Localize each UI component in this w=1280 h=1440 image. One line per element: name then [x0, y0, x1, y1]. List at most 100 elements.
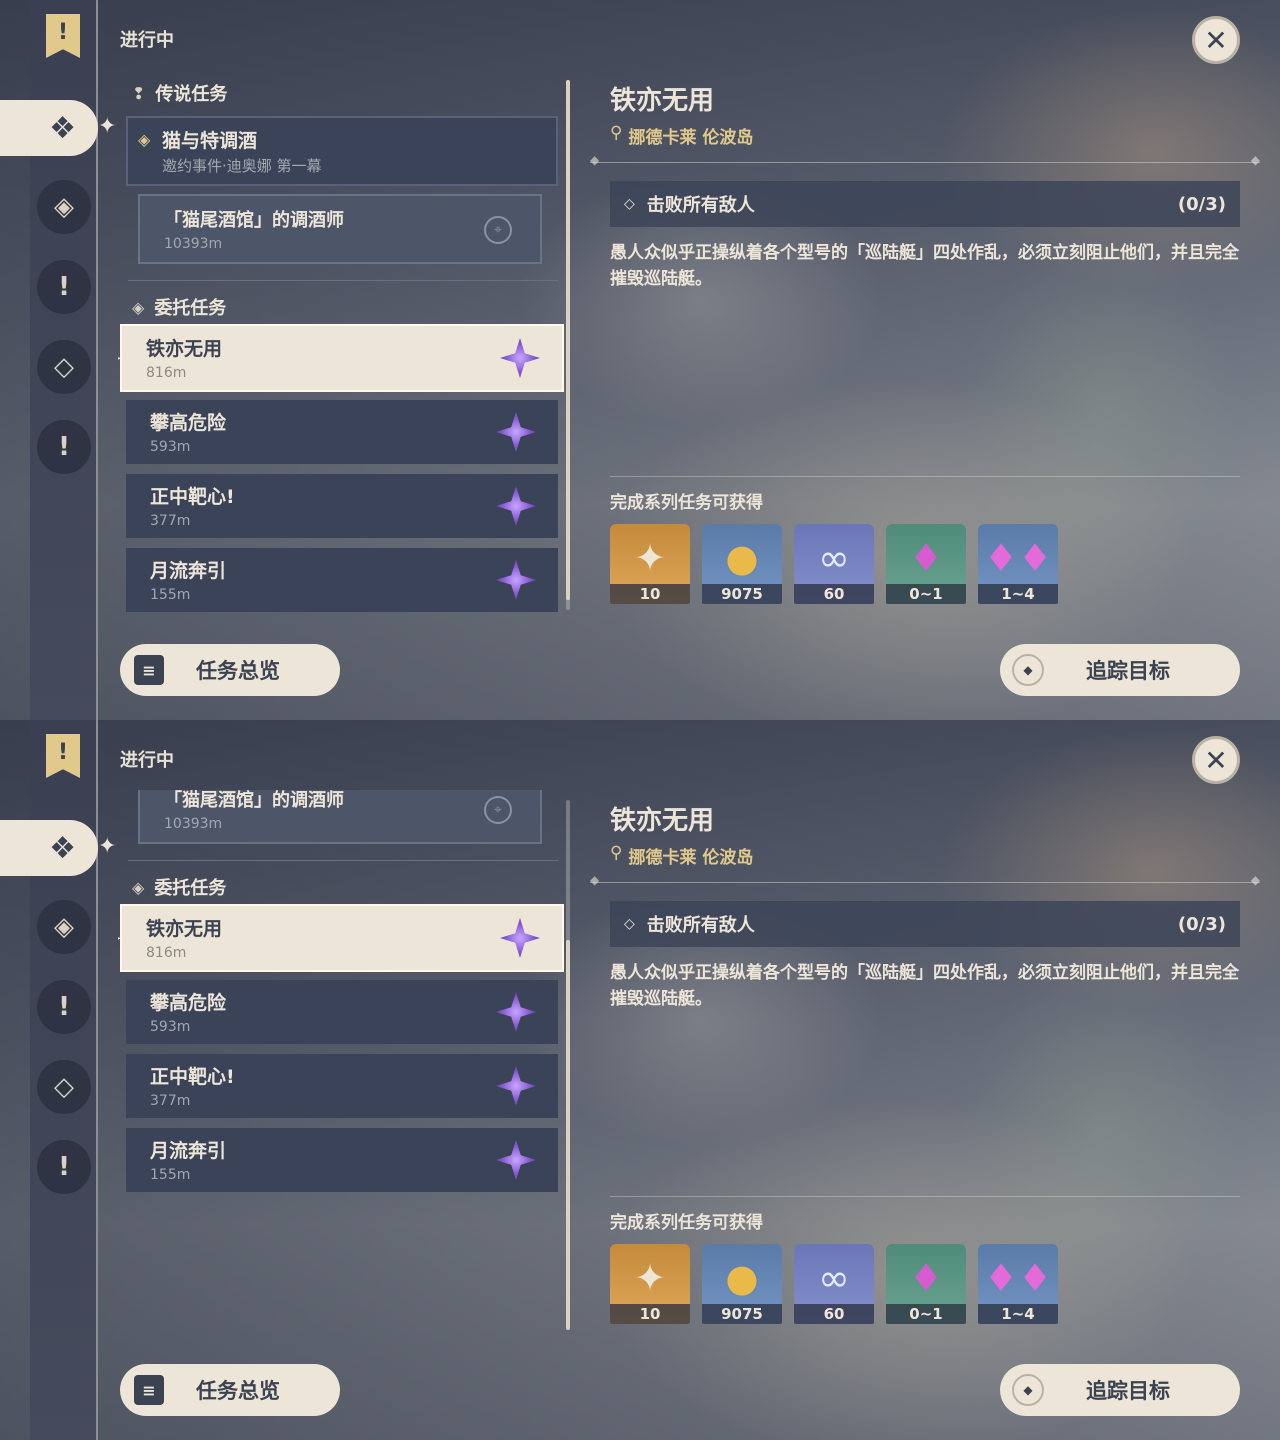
location-pin-icon[interactable]: ⌖ [484, 216, 512, 244]
rail-tab-legend[interactable]: ◈ [37, 180, 91, 234]
track-button[interactable]: ◆ 追踪目标 [1000, 1364, 1240, 1416]
objective-text: 击败所有敌人 [646, 915, 755, 936]
reward-crystal-cluster[interactable]: ♦♦ 1~4 [978, 524, 1058, 604]
reward-mora[interactable]: ● 9075 [702, 524, 782, 604]
quest-distance: 377m [150, 1093, 191, 1109]
quest-description: 愚人众似乎正操纵着各个型号的「巡陆艇」四处作乱，必须立刻阻止他们，并且完全摧毁巡… [610, 243, 1239, 289]
reward-primogem[interactable]: ✦ 10 [610, 1244, 690, 1324]
sparkle-icon: ✦ [98, 114, 117, 139]
quest-list-scrollbar[interactable] [566, 800, 570, 1330]
quest-diamond-icon: ◈ [138, 130, 151, 149]
exp-icon: ∞ [818, 536, 850, 580]
rail-tab-world[interactable]: ! [37, 980, 91, 1034]
legend-quest-card[interactable]: ◈ 猫与特调酒 邀约事件·迪奥娜 第一幕 [126, 116, 558, 186]
reward-crystal[interactable]: ♦ 0~1 [886, 524, 966, 604]
commission-icon: ❖ [49, 830, 76, 866]
reward-exp[interactable]: ∞ 60 [794, 1244, 874, 1324]
quest-overview-button[interactable]: ≡ 任务总览 [120, 644, 340, 696]
objective-text: 击败所有敌人 [646, 195, 755, 216]
divider [128, 280, 558, 281]
rail-tab-world[interactable]: ! [37, 260, 91, 314]
rail-tab-event[interactable]: ◇ [37, 1060, 91, 1114]
legend-subquest-card[interactable]: 「猫尾酒馆」的调酒师 10393m ⌖ [138, 790, 542, 844]
reward-mora[interactable]: ● 9075 [702, 1244, 782, 1324]
rewards-row: ✦ 10 ● 9075 ∞ 60 ♦ 0~1 ♦♦ 1~4 [610, 1244, 1058, 1324]
quest-title: 月流奔引 [150, 1140, 227, 1162]
reward-count: 60 [794, 584, 874, 604]
exp-icon: ∞ [818, 1256, 850, 1300]
rail-tab-archon[interactable]: ! [37, 1140, 91, 1194]
divider [128, 860, 558, 861]
quest-item[interactable]: 月流奔引 155m [126, 1128, 558, 1192]
crystal-cluster-icon: ♦♦ [983, 536, 1053, 580]
rewards-title: 完成系列任务可获得 [610, 1213, 763, 1233]
quest-item-selected[interactable]: ▶ 铁亦无用 816m [118, 904, 564, 972]
rewards-row: ✦ 10 ● 9075 ∞ 60 ♦ 0~1 ♦♦ 1~4 [610, 524, 1058, 604]
close-button[interactable]: ✕ [1192, 736, 1240, 784]
location-pin-icon[interactable]: ⌖ [484, 796, 512, 824]
reward-exp[interactable]: ∞ 60 [794, 524, 874, 604]
quest-title: 攀高危险 [150, 412, 227, 434]
detail-title: 铁亦无用 [610, 806, 715, 836]
quest-item[interactable]: 正中靶心! 377m [126, 474, 558, 538]
rail-tab-commission-active[interactable]: ❖ [0, 100, 98, 156]
compass-icon: ◇ [54, 1072, 74, 1102]
reward-primogem[interactable]: ✦ 10 [610, 524, 690, 604]
quest-list: ❢ 传说任务 ◈ 猫与特调酒 邀约事件·迪奥娜 第一幕 「猫尾酒馆」的调酒师 1… [118, 70, 568, 620]
quest-distance: 155m [150, 1167, 191, 1183]
quest-list-scrollbar[interactable] [566, 80, 570, 610]
scroll-thumb[interactable] [566, 940, 570, 1330]
quest-item[interactable]: 正中靶心! 377m [126, 1054, 558, 1118]
rail-tab-legend[interactable]: ◈ [37, 900, 91, 954]
rewards-title: 完成系列任务可获得 [610, 493, 763, 513]
legend-subquest-distance: 10393m [164, 816, 223, 832]
reward-crystal[interactable]: ♦ 0~1 [886, 1244, 966, 1324]
rail-tab-event[interactable]: ◇ [37, 340, 91, 394]
reward-count: 10 [610, 1304, 690, 1324]
crystal-cluster-icon: ♦♦ [983, 1256, 1053, 1300]
rail-tab-archon[interactable]: ! [37, 420, 91, 474]
exclamation-icon: ! [58, 1152, 70, 1182]
track-button[interactable]: ◆ 追踪目标 [1000, 644, 1240, 696]
quest-item[interactable]: 月流奔引 155m [126, 548, 558, 612]
legend-quest-subtitle: 邀约事件·迪奥娜 第一幕 [162, 157, 322, 175]
quest-title: 攀高危险 [150, 992, 227, 1014]
reward-crystal-cluster[interactable]: ♦♦ 1~4 [978, 1244, 1058, 1324]
quest-book-icon: ≡ [134, 1375, 164, 1405]
reward-count: 0~1 [886, 1304, 966, 1324]
objective-bar: ◇ 击败所有敌人 (0/3) [610, 901, 1240, 947]
objective-diamond-icon: ◇ [624, 916, 635, 932]
reward-count: 10 [610, 584, 690, 604]
reward-count: 0~1 [886, 584, 966, 604]
quest-title: 正中靶心! [150, 1066, 235, 1088]
quest-distance: 155m [150, 587, 191, 603]
detail-location-text: 挪德卡莱 伦波岛 [628, 848, 754, 868]
commission-quest-icon: ◈ [132, 297, 145, 317]
rail-tab-commission-active[interactable]: ❖ [0, 820, 98, 876]
quest-title: 铁亦无用 [146, 918, 223, 940]
quest-item-selected[interactable]: ▶ 铁亦无用 816m [118, 324, 564, 392]
detail-location-text: 挪德卡莱 伦波岛 [628, 128, 754, 148]
quest-distance: 377m [150, 513, 191, 529]
compass-icon: ◇ [54, 352, 74, 382]
objective-diamond-icon: ◇ [624, 196, 635, 212]
track-label: 追踪目标 [1086, 659, 1170, 683]
scroll-thumb[interactable] [566, 80, 570, 600]
section-legend-label: 传说任务 [155, 84, 228, 105]
quest-item[interactable]: 攀高危险 593m [126, 400, 558, 464]
quest-overview-button[interactable]: ≡ 任务总览 [120, 1364, 340, 1416]
location-pin-icon: ⚲ [610, 123, 623, 143]
legend-diamond-icon: ◈ [54, 912, 74, 942]
selected-arrow-icon: ▶ [118, 350, 121, 366]
reward-divider [610, 476, 1240, 477]
exclamation-icon: ! [58, 992, 70, 1022]
close-button[interactable]: ✕ [1192, 16, 1240, 64]
quest-item[interactable]: 攀高危险 593m [126, 980, 558, 1044]
track-diamond-icon: ◆ [1012, 1374, 1044, 1406]
location-pin-icon: ⚲ [610, 843, 623, 863]
reward-count: 1~4 [978, 1304, 1058, 1324]
reward-count: 60 [794, 1304, 874, 1324]
reward-divider [610, 1196, 1240, 1197]
section-commission: ◈ 委托任务 [132, 874, 226, 900]
legend-subquest-card[interactable]: 「猫尾酒馆」的调酒师 10393m ⌖ [138, 194, 542, 264]
